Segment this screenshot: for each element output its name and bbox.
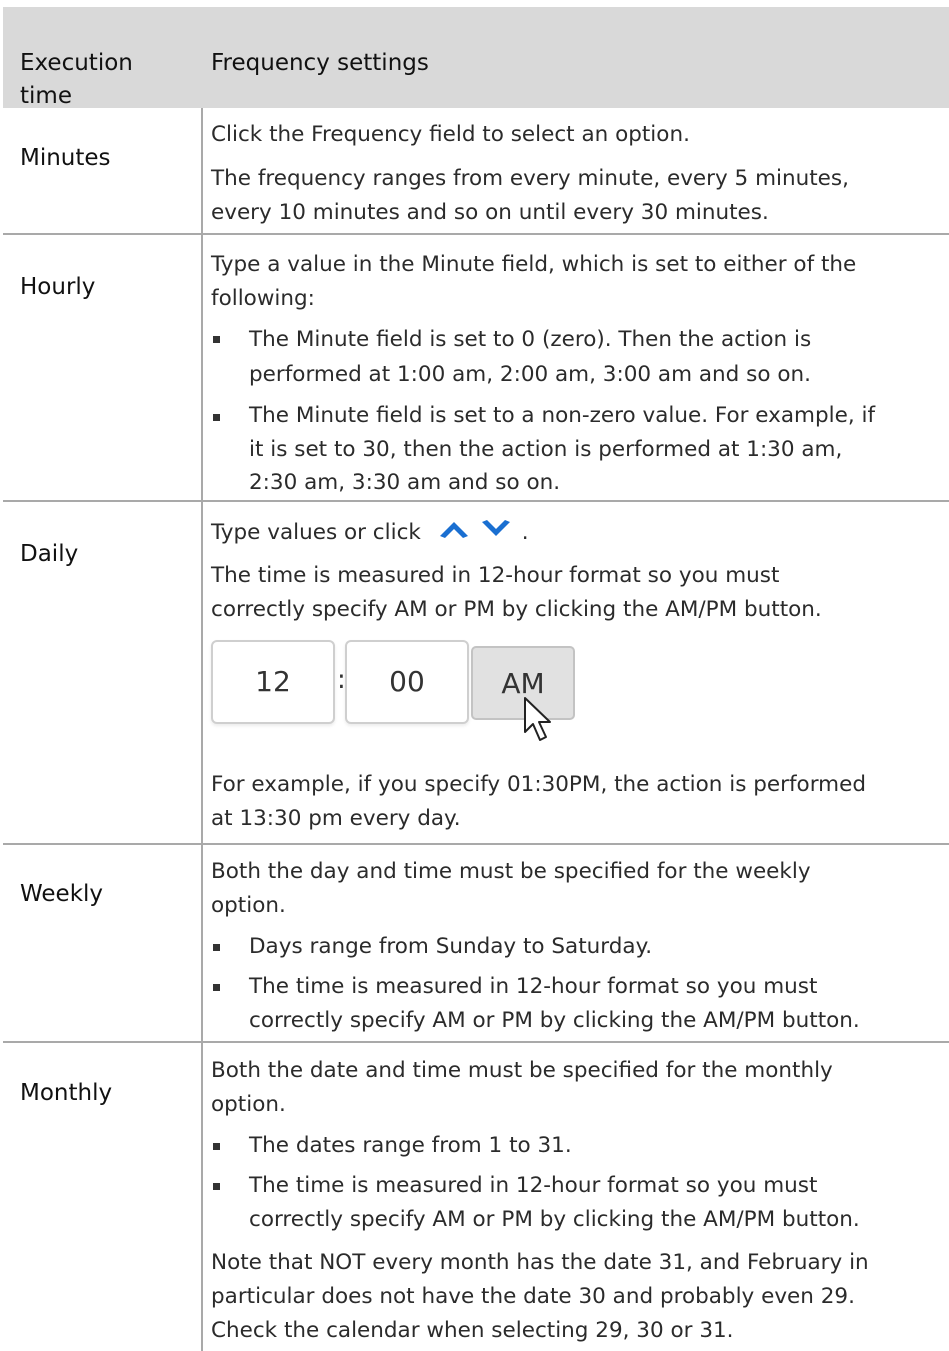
row-label-weekly: Weekly [20, 881, 104, 907]
monthly-text: option. [211, 1092, 286, 1117]
column-divider [201, 108, 203, 1351]
bullet-marker [213, 1143, 220, 1150]
daily-text-lead: Type values or click [211, 520, 421, 545]
row-label-daily: Daily [20, 541, 79, 567]
daily-text: correctly specify AM or PM by clicking t… [211, 597, 822, 622]
chevron-up-icon [439, 521, 468, 538]
minute-input[interactable]: 00 [345, 640, 469, 724]
weekly-bullet-text: The time is measured in 12-hour format s… [249, 974, 818, 999]
row-divider [3, 500, 949, 502]
bullet-marker [213, 414, 220, 421]
chevron-up-down-icons [439, 519, 510, 538]
table-header: Execution time Frequency settings [3, 7, 949, 109]
monthly-bullet-text: The time is measured in 12-hour format s… [249, 1173, 818, 1198]
hourly-text: Type a value in the Minute field, which … [211, 252, 857, 277]
hourly-bullet-text: The Minute field is set to 0 (zero). The… [249, 327, 812, 352]
minutes-text: The frequency ranges from every minute, … [211, 166, 849, 191]
daily-text: For example, if you specify 01:30PM, the… [211, 772, 866, 797]
hourly-bullet-text: it is set to 30, then the action is perf… [249, 437, 843, 462]
hourly-bullet-text: The Minute field is set to a non-zero va… [249, 403, 876, 428]
daily-text-period: . [521, 520, 529, 545]
time-picker-example: 12 : 00 AM [211, 640, 591, 755]
hourly-bullet-text: 2:30 am, 3:30 am and so on. [249, 470, 561, 495]
bullet-marker [213, 984, 220, 991]
monthly-bullet-text: correctly specify AM or PM by clicking t… [249, 1207, 860, 1232]
bullet-marker [213, 336, 220, 343]
header-execution-time: Execution time [20, 50, 133, 109]
bullet-marker [213, 944, 220, 951]
monthly-bullet-text: The dates range from 1 to 31. [249, 1133, 572, 1158]
bullet-marker [213, 1183, 220, 1190]
monthly-text: Both the date and time must be specified… [211, 1058, 833, 1083]
hourly-text: following: [211, 286, 315, 311]
row-label-minutes: Minutes [20, 145, 111, 171]
row-divider [3, 1041, 949, 1043]
row-label-hourly: Hourly [20, 274, 96, 300]
hourly-bullet-text: performed at 1:00 am, 2:00 am, 3:00 am a… [249, 362, 811, 387]
row-label-monthly: Monthly [20, 1080, 113, 1106]
monthly-note: Check the calendar when selecting 29, 30… [211, 1318, 734, 1343]
weekly-text: option. [211, 893, 286, 918]
header-frequency-settings: Frequency settings [211, 50, 429, 76]
weekly-bullet-text: correctly specify AM or PM by clicking t… [249, 1008, 860, 1033]
hour-input[interactable]: 12 [211, 640, 335, 724]
frequency-settings-table: Execution time Frequency settings Minute… [3, 0, 949, 1351]
chevron-down-icon [481, 519, 510, 536]
mouse-pointer-icon [524, 697, 551, 741]
monthly-note: particular does not have the date 30 and… [211, 1284, 855, 1309]
daily-text: Type values or click . [211, 515, 941, 551]
daily-text: The time is measured in 12-hour format s… [211, 563, 780, 588]
row-divider [3, 233, 949, 235]
row-divider [3, 843, 949, 845]
weekly-bullet-text: Days range from Sunday to Saturday. [249, 934, 653, 959]
minutes-text: every 10 minutes and so on until every 3… [211, 200, 769, 225]
spinner-arrows [436, 516, 522, 551]
daily-text: at 13:30 pm every day. [211, 806, 461, 831]
weekly-text: Both the day and time must be specified … [211, 859, 811, 884]
monthly-note: Note that NOT every month has the date 3… [211, 1250, 869, 1275]
minutes-text: Click the Frequency field to select an o… [211, 122, 690, 147]
